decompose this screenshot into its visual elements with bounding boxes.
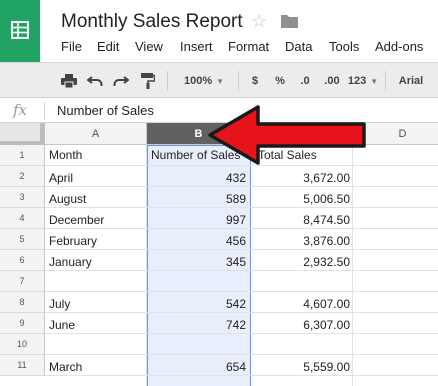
cell-b[interactable]: 742 [151, 318, 246, 332]
menu-view[interactable]: View [135, 39, 163, 54]
decrease-decimals-button[interactable]: .0 [294, 63, 316, 99]
cell-a[interactable]: July [49, 297, 145, 311]
toolbar-separator [167, 71, 168, 91]
chevron-down-icon: ▼ [370, 76, 379, 86]
fx-icon: fx [13, 101, 28, 119]
cell-a[interactable]: February [49, 234, 145, 248]
sheets-logo[interactable] [0, 0, 40, 62]
row-header[interactable]: 7 [0, 271, 45, 292]
cell-a[interactable]: June [49, 318, 145, 332]
font-select[interactable]: Arial [392, 63, 430, 99]
sheets-grid-icon [11, 21, 29, 39]
cell-c[interactable]: 8,474.50 [255, 213, 350, 227]
toolbar-separator [385, 71, 386, 91]
print-button[interactable] [58, 63, 80, 99]
document-title[interactable]: Monthly Sales Report [61, 11, 243, 33]
menu-format[interactable]: Format [228, 39, 269, 54]
cell-c[interactable]: 6,307.00 [255, 318, 350, 332]
cell-a[interactable]: March [49, 360, 145, 374]
row-header[interactable]: 11 [0, 355, 45, 376]
currency-format-button[interactable]: $ [247, 63, 263, 99]
row-header[interactable]: 1 [0, 145, 45, 166]
row-gridline [45, 270, 438, 271]
cell-b[interactable]: 456 [151, 234, 246, 248]
percent-format-button[interactable]: % [272, 63, 288, 99]
row-gridline [45, 375, 438, 376]
row-gridline [45, 186, 438, 187]
selection-border [250, 145, 251, 386]
cell-b[interactable]: 654 [151, 360, 246, 374]
column-header-b[interactable]: B [147, 123, 251, 145]
menu-add-ons[interactable]: Add-ons [375, 39, 423, 54]
row-gridline [45, 354, 438, 355]
row-header[interactable]: 9 [0, 313, 45, 334]
cell-a[interactable]: April [49, 171, 145, 185]
cell-c[interactable]: Total Sales [258, 148, 348, 162]
cell-a[interactable]: January [49, 255, 145, 269]
star-icon[interactable]: ☆ [251, 11, 267, 31]
cell-b[interactable]: 997 [151, 213, 246, 227]
row-gridline [45, 312, 438, 313]
row-header[interactable]: 10 [0, 334, 45, 355]
column-header-d[interactable]: D [353, 123, 438, 145]
row-header[interactable]: 3 [0, 187, 45, 208]
formula-bar: fx Number of Sales [0, 99, 438, 123]
cell-c[interactable]: 5,006.50 [255, 192, 350, 206]
formula-input[interactable]: Number of Sales [57, 103, 154, 118]
cell-b[interactable]: 432 [151, 171, 246, 185]
cell-a[interactable]: Month [49, 148, 145, 162]
cell-c[interactable]: 2,932.50 [255, 255, 350, 269]
cell-b[interactable]: 345 [151, 255, 246, 269]
menu-edit[interactable]: Edit [97, 39, 119, 54]
row-gridline [45, 165, 438, 166]
zoom-value: 100% [183, 75, 213, 87]
row-header[interactable]: 6 [0, 250, 45, 271]
cell-c[interactable]: 5,559.00 [255, 360, 350, 374]
cell-a[interactable]: December [49, 213, 145, 227]
undo-icon [87, 76, 103, 86]
selection-border [147, 145, 251, 146]
row-header[interactable]: 8 [0, 292, 45, 313]
row-gridline [45, 291, 438, 292]
cell-b[interactable]: Number of Sales [151, 148, 271, 162]
menu-tools[interactable]: Tools [329, 39, 359, 54]
menu-file[interactable]: File [61, 39, 82, 54]
row-gridline [45, 249, 438, 250]
cell-a[interactable]: August [49, 192, 145, 206]
paint-format-icon [141, 73, 155, 89]
menu-insert[interactable]: Insert [180, 39, 213, 54]
paint-format-button[interactable] [137, 63, 159, 99]
row-gridline [45, 333, 438, 334]
row-gridline [45, 207, 438, 208]
menu-data[interactable]: Data [285, 39, 312, 54]
chevron-down-icon: ▼ [216, 76, 225, 86]
redo-icon [113, 76, 129, 86]
row-header[interactable]: 2 [0, 166, 45, 187]
toolbar: 100% ▼ $ % .0 .00 123 ▼ Arial [0, 62, 438, 98]
toolbar-separator [238, 71, 239, 91]
row-header[interactable]: 4 [0, 208, 45, 229]
redo-button[interactable] [110, 63, 132, 99]
folder-icon[interactable] [280, 13, 299, 29]
increase-decimals-button[interactable]: .00 [320, 63, 344, 99]
spreadsheet-grid: A B C D 1 Month Number of Sales Total Sales… [0, 123, 438, 386]
cell-c[interactable]: 3,672.00 [255, 171, 350, 185]
cell-b[interactable]: 542 [151, 297, 246, 311]
print-icon [61, 74, 77, 88]
column-header-a[interactable]: A [45, 123, 147, 145]
undo-button[interactable] [84, 63, 106, 99]
zoom-select[interactable]: 100% ▼ [176, 63, 232, 99]
cell-b[interactable]: 589 [151, 192, 246, 206]
cell-c[interactable]: 3,876.00 [255, 234, 350, 248]
more-formats-button[interactable]: 123 ▼ [347, 63, 379, 99]
formula-bar-divider [44, 102, 45, 120]
font-value: Arial [398, 75, 424, 87]
row-header[interactable]: 5 [0, 229, 45, 250]
column-header-c[interactable]: C [251, 123, 353, 145]
selection-border [147, 145, 148, 386]
row-gridline [45, 228, 438, 229]
column-gridline [352, 145, 353, 386]
cell-c[interactable]: 4,607.00 [255, 297, 350, 311]
